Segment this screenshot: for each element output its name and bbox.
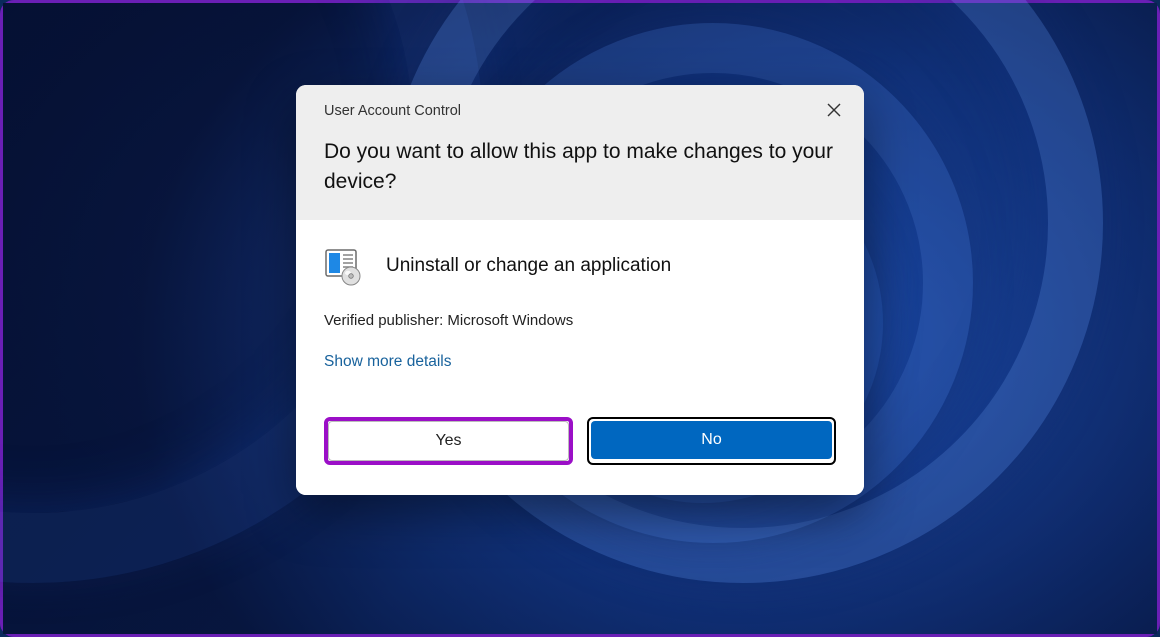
yes-button-highlight: Yes	[324, 417, 573, 465]
show-more-details-link[interactable]: Show more details	[324, 353, 452, 371]
no-button-focus-ring: No	[587, 417, 836, 465]
close-button[interactable]	[812, 93, 856, 127]
no-button[interactable]: No	[591, 421, 832, 459]
dialog-title: User Account Control	[324, 103, 836, 119]
app-row: Uninstall or change an application	[324, 246, 836, 286]
yes-button[interactable]: Yes	[328, 421, 569, 461]
uac-dialog: User Account Control Do you want to allo…	[296, 85, 864, 495]
close-icon	[827, 103, 841, 117]
publisher-info: Verified publisher: Microsoft Windows	[324, 312, 836, 329]
app-name: Uninstall or change an application	[386, 255, 671, 277]
uac-body: Uninstall or change an application Verif…	[296, 220, 864, 389]
uac-header: User Account Control Do you want to allo…	[296, 85, 864, 220]
uac-question: Do you want to allow this app to make ch…	[324, 137, 836, 198]
uac-footer: Yes No	[296, 389, 864, 495]
programs-features-icon	[324, 246, 364, 286]
